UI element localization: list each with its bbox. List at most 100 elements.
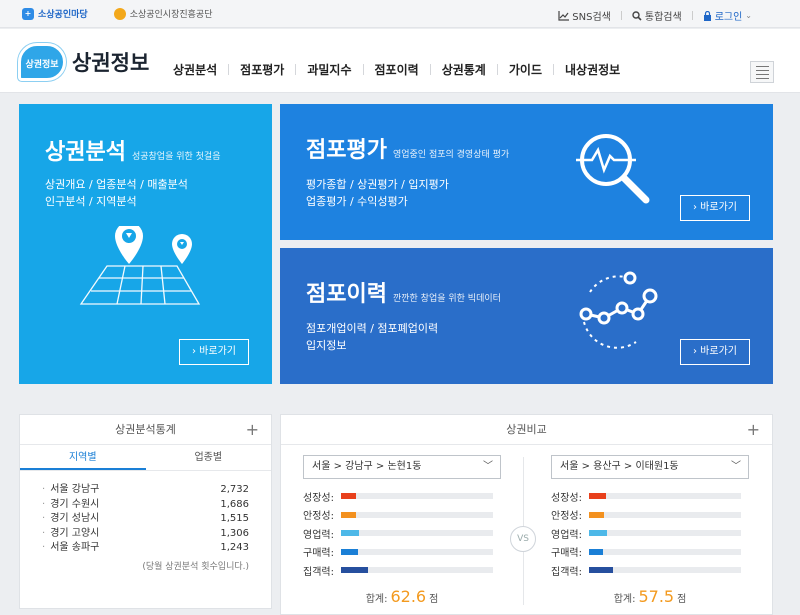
store-history-card[interactable]: 점포이력 깐깐한 창업을 위한 빅데이터 점포개업이력 / 점포폐업이력 입지정보… (280, 248, 773, 384)
card-title: 상권분석 성공창업을 위한 첫걸음 (45, 134, 221, 166)
hamburger-menu-button[interactable] (750, 61, 774, 83)
site-link-label: 소상공인시장진흥공단 (129, 10, 213, 20)
region-select-right[interactable]: 서울 > 용산구 > 이태원1동 ﹀ (551, 455, 749, 479)
panel-header: 상권비교 + (281, 415, 772, 445)
region-name: 서울 송파구 (42, 541, 99, 556)
nav-item-statistics[interactable]: 상권통계 (431, 61, 497, 78)
brand-home-link[interactable]: 상권정보 상권정보 (18, 43, 149, 81)
tab-by-industry[interactable]: 업종별 (146, 445, 272, 470)
card-go-button[interactable]: › 바로가기 (680, 195, 750, 221)
total-label: 합계: (365, 593, 388, 605)
metric-label: 성장성: (303, 492, 334, 504)
divider (691, 11, 693, 20)
region-name: 서울 강남구 (42, 483, 99, 498)
panel-title: 상권분석통계 (115, 423, 176, 436)
metric-list: 성장성: 안정성: 영업력: 구매력: 집객력: (551, 487, 749, 580)
metric-bar-fill (589, 567, 614, 574)
total-value: 57.5 (638, 586, 675, 606)
card-go-button[interactable]: › 바로가기 (680, 339, 750, 365)
plus-icon[interactable]: + (747, 415, 760, 445)
region-name: 경기 성남시 (42, 512, 99, 527)
total-unit: 점 (429, 593, 439, 605)
nav-item-store-evaluation[interactable]: 점포평가 (229, 61, 295, 78)
metric-bar-fill (589, 548, 603, 555)
region-select-value: 서울 > 용산구 > 이태원1동 (560, 461, 679, 472)
region-count: 1,306 (220, 527, 249, 539)
total-label: 합계: (613, 593, 636, 605)
card-go-button[interactable]: › 바로가기 (179, 339, 249, 365)
metric-bar-track (589, 493, 741, 500)
list-item[interactable]: 서울 송파구 1,243 (42, 541, 249, 556)
plus-icon[interactable]: + (246, 415, 259, 445)
nav-item-density-index[interactable]: 과밀지수 (296, 61, 362, 78)
metric-bar-fill (589, 511, 605, 518)
chevron-down-icon: ⌄ (745, 11, 752, 20)
metric-label: 구매력: (551, 548, 582, 560)
total-value: 62.6 (390, 586, 427, 606)
nav-item-guide[interactable]: 가이드 (498, 61, 553, 78)
metric-label: 영업력: (551, 529, 582, 541)
nav-item-my-commercial-info[interactable]: 내상권정보 (554, 61, 631, 78)
commercial-analysis-card[interactable]: 상권분석 성공창업을 위한 첫걸음 상권개요 / 업종분석 / 매출분석 인구분석… (19, 104, 272, 384)
metric-list: 성장성: 안정성: 영업력: 구매력: 집객력: (303, 487, 501, 580)
list-item[interactable]: 경기 성남시 1,515 (42, 512, 249, 527)
card-title-text: 상권분석 (45, 140, 126, 165)
card-title: 점포평가 영업중인 점포의 경영상태 평가 (306, 132, 509, 164)
vs-badge: VS (510, 526, 536, 552)
list-item[interactable]: 경기 고양시 1,306 (42, 527, 249, 542)
card-subtitle: 깐깐한 창업을 위한 빅데이터 (392, 294, 501, 304)
commercial-stats-panel: 상권분석통계 + 지역별 업종별 서울 강남구 2,732 경기 수원시 1,686… (19, 414, 272, 609)
site-link-semas[interactable]: 소상공인시장진흥공단 (113, 7, 213, 20)
panel-header: 상권분석통계 + (20, 415, 271, 445)
brand-badge-logo: 상권정보 (18, 43, 66, 81)
metric-row: 안정성: (551, 506, 749, 525)
menu-line (755, 77, 769, 79)
login-link[interactable]: 로그인 ⌄ (703, 8, 752, 23)
region-count: 1,686 (220, 498, 249, 510)
metric-label: 집객력: (551, 566, 582, 578)
site-link-label: 소상공인마당 (38, 10, 88, 20)
region-select-left[interactable]: 서울 > 강남구 > 논현1동 ﹀ (303, 455, 501, 479)
top-utility-bar: + 소상공인마당 소상공인시장진흥공단 SNS검색 통합검색 로그인 ⌄ (0, 0, 800, 28)
metric-bar-track (341, 511, 493, 518)
stats-list: 서울 강남구 2,732 경기 수원시 1,686 경기 성남시 1,515 경기 고… (20, 471, 271, 556)
metric-label: 안정성: (551, 511, 582, 523)
integrated-search-link[interactable]: 통합검색 (632, 8, 682, 23)
metric-row: 성장성: (551, 487, 749, 506)
metric-bar-fill (341, 567, 369, 574)
card-link-line: 점포개업이력 / 점포폐업이력 (306, 322, 439, 335)
card-title-text: 점포이력 (306, 282, 387, 307)
data-network-icon (579, 271, 658, 349)
metric-row: 영업력: (551, 524, 749, 543)
main-nav: 상권분석 점포평가 과밀지수 점포이력 상권통계 가이드 내상권정보 (162, 61, 631, 78)
login-label: 로그인 (714, 12, 743, 23)
list-item[interactable]: 경기 수원시 1,686 (42, 498, 249, 513)
site-link-sosang-madang[interactable]: + 소상공인마당 (22, 7, 88, 20)
map-pin-grid-icon (79, 226, 201, 305)
metric-row: 구매력: (551, 543, 749, 562)
store-evaluation-card[interactable]: 점포평가 영업중인 점포의 경영상태 평가 평가종합 / 상권평가 / 입지평가 … (280, 104, 773, 240)
card-links: 점포개업이력 / 점포폐업이력 입지정보 (306, 320, 438, 354)
nav-item-commercial-analysis[interactable]: 상권분석 (162, 61, 228, 78)
metric-row: 영업력: (303, 524, 501, 543)
metric-label: 성장성: (551, 492, 582, 504)
card-link-line: 상권개요 / 업종분석 / 매출분석 (45, 178, 188, 191)
region-count: 2,732 (220, 484, 249, 495)
total-unit: 점 (677, 593, 687, 605)
card-link-line: 입지정보 (306, 339, 347, 352)
metric-bar-track (589, 567, 741, 574)
nav-item-store-history[interactable]: 점포이력 (364, 61, 430, 78)
metric-label: 구매력: (303, 548, 334, 560)
stats-note: (당월 상권분석 횟수입니다.) (142, 561, 249, 572)
chevron-down-icon: ﹀ (483, 461, 493, 472)
tab-by-region[interactable]: 지역별 (20, 445, 146, 470)
metric-bar-track (341, 493, 493, 500)
list-item[interactable]: 서울 강남구 2,732 (42, 483, 249, 498)
menu-line (755, 73, 769, 75)
region-name: 경기 고양시 (42, 527, 99, 542)
total-score: 합계: 57.5 점 (551, 587, 749, 606)
integrated-search-label: 통합검색 (644, 12, 682, 23)
sns-search-link[interactable]: SNS검색 (558, 8, 611, 23)
chart-icon (558, 10, 570, 21)
metric-label: 집객력: (303, 566, 334, 578)
